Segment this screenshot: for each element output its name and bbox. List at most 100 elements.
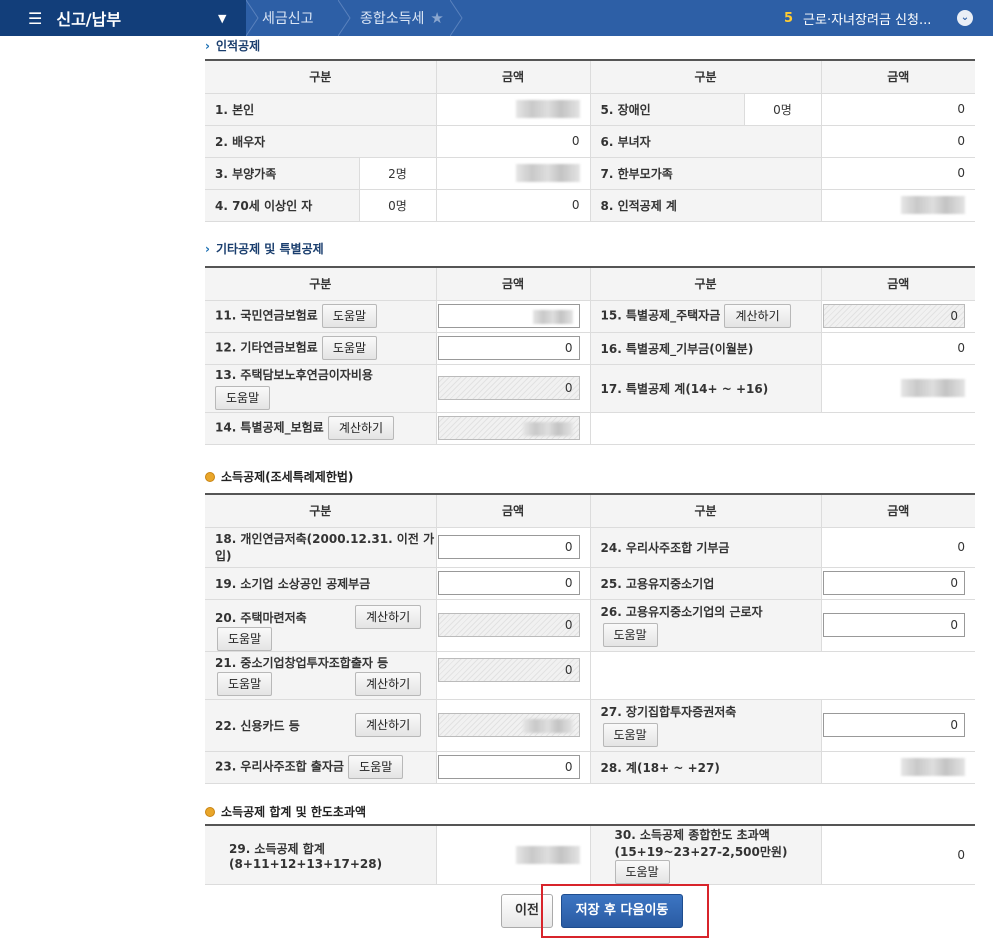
header-amount: 금액	[820, 266, 975, 301]
r29-value	[435, 825, 590, 885]
personal-total-amount	[820, 189, 975, 222]
redacted-value	[522, 718, 573, 733]
row-label-elderly: 4. 70세 이상인 자	[205, 189, 359, 222]
r26-field: 0	[820, 599, 975, 652]
r14-input	[437, 416, 580, 440]
dependents-count: 2명	[358, 157, 436, 190]
personal-deduction-table: 구분 금액 구분 금액 1. 본인 5. 장애인 0명 0 2. 배우자 0 6…	[205, 59, 975, 222]
header-amount: 금액	[820, 59, 975, 94]
empty-cell	[589, 412, 975, 445]
step-label: 근로·자녀장려금 신청...	[803, 12, 932, 28]
self-amount	[435, 93, 590, 126]
current-step[interactable]: 5 근로·자녀장려금 신청...	[784, 0, 931, 36]
calculate-button[interactable]: 계산하기	[355, 605, 422, 629]
help-button[interactable]: 도움말	[602, 623, 658, 647]
r23-input[interactable]: 0	[437, 755, 580, 779]
r13-input: 0	[437, 376, 580, 400]
help-button[interactable]: 도움말	[602, 723, 658, 747]
chevron-down-icon[interactable]: ⌄	[957, 10, 973, 26]
help-button[interactable]: 도움말	[321, 336, 378, 360]
header-category: 구분	[205, 59, 436, 94]
redacted-value	[515, 846, 580, 864]
row-30: 30. 소득공제 종합한도 초과액(15+19~23+27-2,500만원) 도…	[589, 825, 821, 885]
arrow-right-icon: ›	[205, 39, 210, 53]
calculate-button[interactable]: 계산하기	[355, 672, 422, 696]
row-14: 14. 특별공제_보험료 계산하기	[205, 412, 436, 445]
disabled-amount: 0	[820, 93, 975, 126]
dependents-amount	[435, 157, 590, 190]
row-29: 29. 소득공제 합계(8+11+12+13+17+28)	[205, 825, 436, 885]
header-amount: 금액	[820, 493, 975, 528]
calculate-button[interactable]: 계산하기	[724, 304, 791, 328]
r27-input[interactable]: 0	[823, 713, 965, 737]
r21-field: 0	[435, 651, 590, 700]
header-amount: 금액	[435, 59, 590, 94]
redacted-value	[515, 164, 580, 182]
calculate-button[interactable]: 계산하기	[355, 713, 422, 737]
header-category: 구분	[205, 266, 436, 301]
row-23: 23. 우리사주조합 출자금 도움말	[205, 751, 436, 784]
r19-field: 0	[435, 567, 590, 600]
section-title-total: 소득공제 합계 및 한도초과액	[205, 803, 366, 820]
row-label-dependents: 3. 부양가족	[205, 157, 359, 190]
row-26: 26. 고용유지중소기업의 근로자 도움말	[589, 599, 821, 652]
section-title-personal: › 인적공제	[205, 39, 261, 53]
row-label-disabled: 5. 장애인	[589, 93, 744, 126]
r16-value: 0	[820, 332, 975, 365]
help-button[interactable]: 도움말	[215, 386, 271, 410]
elderly-count: 0명	[358, 189, 436, 222]
breadcrumb-separator-icon	[338, 0, 351, 36]
r19-input[interactable]: 0	[437, 571, 580, 595]
r22-field	[435, 699, 590, 752]
r18-input[interactable]: 0	[437, 535, 580, 559]
row-12: 12. 기타연금보험료 도움말	[205, 332, 436, 365]
step-number: 5	[784, 10, 794, 26]
bullet-icon	[205, 472, 215, 482]
breadcrumb-item-tax-filing[interactable]: 세금신고	[262, 0, 314, 36]
star-icon[interactable]: ★	[430, 9, 443, 27]
r24-value: 0	[820, 527, 975, 568]
r12-input[interactable]: 0	[437, 336, 580, 360]
hamburger-icon[interactable]: ☰	[28, 9, 42, 28]
caret-down-icon[interactable]: ▼	[218, 12, 226, 25]
r25-input[interactable]: 0	[823, 571, 965, 595]
calculate-button[interactable]: 계산하기	[327, 416, 395, 440]
help-button[interactable]: 도움말	[217, 672, 273, 696]
r12-field: 0	[435, 332, 590, 365]
menu-selector[interactable]: ☰ 신고/납부 ▼	[0, 0, 246, 36]
help-button[interactable]: 도움말	[321, 304, 378, 328]
row-17: 17. 특별공제 계(14+ ~ +16)	[589, 364, 821, 413]
spouse-amount: 0	[435, 125, 590, 158]
highlight-box	[541, 884, 709, 938]
r26-input[interactable]: 0	[823, 613, 965, 637]
r20-field: 0	[435, 599, 590, 652]
r11-input[interactable]	[437, 304, 580, 328]
r20-input: 0	[437, 613, 580, 637]
r27-field: 0	[820, 699, 975, 752]
row-25: 25. 고용유지중소기업	[589, 567, 821, 600]
r13-field: 0	[435, 364, 590, 413]
r23-field: 0	[435, 751, 590, 784]
arrow-right-icon: ›	[205, 242, 210, 256]
help-button[interactable]: 도움말	[348, 755, 404, 779]
r17-value	[820, 364, 975, 413]
row-18: 18. 개인연금저축(2000.12.31. 이전 가입)	[205, 527, 436, 568]
r18-field: 0	[435, 527, 590, 568]
help-button[interactable]: 도움말	[614, 860, 670, 884]
menu-title: 신고/납부	[56, 10, 122, 29]
row-20: 20. 주택마련저축 계산하기 도움말	[205, 599, 436, 652]
breadcrumb-separator-icon	[450, 0, 463, 36]
help-button[interactable]: 도움말	[217, 627, 273, 651]
section-title-income: 소득공제(조세특례제한법)	[205, 468, 353, 485]
header-category: 구분	[589, 266, 821, 301]
row-24: 24. 우리사주조합 기부금	[589, 527, 821, 568]
row-21: 21. 중소기업창업투자조합출자 등 도움말 계산하기	[205, 651, 436, 700]
breadcrumb-item-income-tax[interactable]: 종합소득세 ★	[360, 0, 444, 36]
row-label-personal-total: 8. 인적공제 계	[589, 189, 821, 222]
row-11: 11. 국민연금보험료 도움말	[205, 300, 436, 333]
r21-input: 0	[437, 657, 580, 682]
row-28: 28. 계(18+ ~ +27)	[589, 751, 821, 784]
row-16: 16. 특별공제_기부금(이월분)	[589, 332, 821, 365]
r14-field	[435, 412, 590, 445]
redacted-value	[901, 758, 965, 776]
